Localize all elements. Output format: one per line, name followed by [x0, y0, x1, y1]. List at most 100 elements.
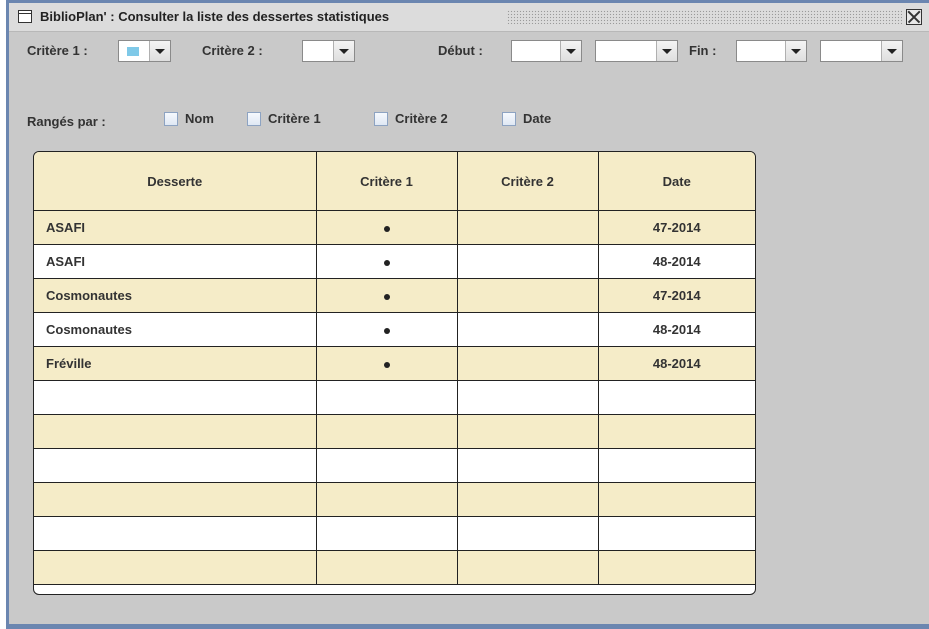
table-row[interactable]: ASAFI 47-2014	[34, 210, 755, 245]
cell-date[interactable]: 48-2014	[598, 312, 755, 347]
cell-critere2[interactable]	[457, 380, 599, 415]
close-icon[interactable]	[906, 9, 922, 25]
sort-option-label: Critère 2	[395, 111, 448, 126]
title-bar[interactable]: BiblioPlan' : Consulter la liste des des…	[9, 3, 929, 32]
cell-desserte[interactable]	[34, 414, 317, 449]
cell-critere2[interactable]	[457, 448, 599, 483]
chevron-down-icon[interactable]	[560, 41, 581, 61]
cell-date[interactable]: 48-2014	[598, 346, 755, 381]
sort-label: Rangés par :	[27, 114, 106, 129]
cell-critere2[interactable]	[457, 346, 599, 381]
cell-desserte[interactable]	[34, 482, 317, 517]
sort-by-critere2-checkbox[interactable]: Critère 2	[374, 111, 448, 126]
critere1-select[interactable]	[118, 40, 171, 62]
cell-critere2[interactable]	[457, 278, 599, 313]
cell-date[interactable]	[598, 516, 755, 551]
cell-critere2[interactable]	[457, 210, 599, 245]
cell-critere1[interactable]	[316, 482, 458, 517]
checkbox-icon[interactable]	[247, 111, 261, 126]
cell-critere1[interactable]	[316, 346, 458, 381]
column-header-critere1[interactable]: Critère 1	[316, 152, 458, 211]
chevron-down-icon[interactable]	[881, 41, 902, 61]
sort-by-date-checkbox[interactable]: Date	[502, 111, 551, 126]
fin-week-select[interactable]	[736, 40, 807, 62]
cell-date[interactable]	[598, 550, 755, 585]
bullet-icon	[383, 293, 390, 300]
cell-desserte[interactable]	[34, 380, 317, 415]
sort-option-label: Nom	[185, 111, 214, 126]
cell-critere2[interactable]	[457, 312, 599, 347]
cell-desserte[interactable]: ASAFI	[34, 210, 317, 245]
bullet-icon	[383, 259, 390, 266]
cell-desserte[interactable]	[34, 448, 317, 483]
table-row[interactable]	[34, 448, 755, 483]
column-header-date[interactable]: Date	[598, 152, 755, 211]
sort-option-label: Critère 1	[268, 111, 321, 126]
cell-critere1[interactable]	[316, 210, 458, 245]
cell-date[interactable]: 47-2014	[598, 210, 755, 245]
table-row[interactable]: Cosmonautes 47-2014	[34, 278, 755, 313]
window-title: BiblioPlan' : Consulter la liste des des…	[40, 9, 390, 24]
column-header-desserte[interactable]: Desserte	[34, 152, 317, 211]
cell-critere1[interactable]	[316, 312, 458, 347]
cell-date[interactable]	[598, 448, 755, 483]
critere1-color-swatch	[127, 47, 139, 56]
fin-year-select[interactable]	[820, 40, 903, 62]
cell-critere1[interactable]	[316, 550, 458, 585]
checkbox-icon[interactable]	[502, 111, 516, 126]
cell-critere1[interactable]	[316, 448, 458, 483]
debut-year-select[interactable]	[595, 40, 678, 62]
sort-option-label: Date	[523, 111, 552, 126]
cell-date[interactable]	[598, 482, 755, 517]
critere2-select[interactable]	[302, 40, 355, 62]
table-row[interactable]	[34, 482, 755, 517]
cell-critere1[interactable]	[316, 244, 458, 279]
table-body: ASAFI 47-2014 ASAFI 48-2014 Cosmonautes 47-20…	[34, 210, 755, 585]
cell-desserte[interactable]	[34, 516, 317, 551]
cell-date[interactable]	[598, 414, 755, 449]
table-row[interactable]: Fréville 48-2014	[34, 346, 755, 381]
dessertes-table: Desserte Critère 1 Critère 2 Date ASAFI 4…	[33, 151, 756, 595]
cell-critere1[interactable]	[316, 414, 458, 449]
cell-critere1[interactable]	[316, 516, 458, 551]
table-row[interactable]	[34, 516, 755, 551]
sort-by-nom-checkbox[interactable]: Nom	[164, 111, 214, 126]
app-window: BiblioPlan' : Consulter la liste des des…	[6, 0, 929, 629]
table-header-row: Desserte Critère 1 Critère 2 Date	[34, 152, 755, 211]
checkbox-icon[interactable]	[164, 111, 178, 126]
cell-critere2[interactable]	[457, 550, 599, 585]
table-row[interactable]: Cosmonautes 48-2014	[34, 312, 755, 347]
bullet-icon	[383, 361, 390, 368]
cell-critere2[interactable]	[457, 516, 599, 551]
chevron-down-icon[interactable]	[656, 41, 677, 61]
window-icon	[18, 10, 32, 23]
chevron-down-icon[interactable]	[785, 41, 806, 61]
table-row[interactable]	[34, 550, 755, 585]
sort-by-critere1-checkbox[interactable]: Critère 1	[247, 111, 321, 126]
fin-label: Fin :	[689, 43, 717, 58]
cell-critere1[interactable]	[316, 278, 458, 313]
cell-critere2[interactable]	[457, 482, 599, 517]
table-row[interactable]	[34, 414, 755, 449]
title-bar-grip	[507, 10, 902, 24]
cell-critere2[interactable]	[457, 414, 599, 449]
table-row[interactable]	[34, 380, 755, 415]
critere2-label: Critère 2 :	[202, 43, 263, 58]
debut-label: Début :	[438, 43, 483, 58]
cell-date[interactable]: 47-2014	[598, 278, 755, 313]
cell-desserte[interactable]	[34, 550, 317, 585]
cell-date[interactable]: 48-2014	[598, 244, 755, 279]
cell-date[interactable]	[598, 380, 755, 415]
table-row[interactable]: ASAFI 48-2014	[34, 244, 755, 279]
checkbox-icon[interactable]	[374, 111, 388, 126]
chevron-down-icon[interactable]	[333, 41, 354, 61]
chevron-down-icon[interactable]	[149, 41, 170, 61]
cell-desserte[interactable]: Cosmonautes	[34, 278, 317, 313]
debut-week-select[interactable]	[511, 40, 582, 62]
cell-critere1[interactable]	[316, 380, 458, 415]
cell-critere2[interactable]	[457, 244, 599, 279]
column-header-critere2[interactable]: Critère 2	[457, 152, 599, 211]
cell-desserte[interactable]: Fréville	[34, 346, 317, 381]
cell-desserte[interactable]: Cosmonautes	[34, 312, 317, 347]
cell-desserte[interactable]: ASAFI	[34, 244, 317, 279]
